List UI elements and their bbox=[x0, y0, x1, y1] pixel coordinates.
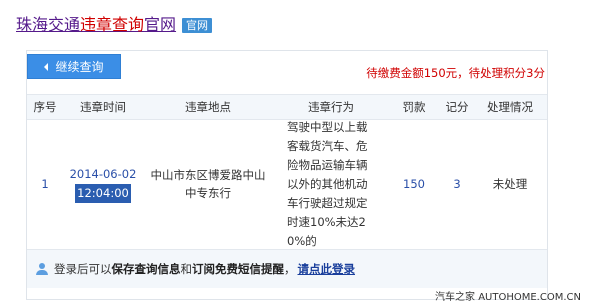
login-link[interactable]: 请点此登录 bbox=[298, 261, 356, 277]
violation-time: 2014-06-02 12:04:00 bbox=[63, 119, 143, 249]
continue-query-label: 继续查询 bbox=[55, 60, 104, 74]
login-prompt: 登录后可以 保存查询信息和订阅免费短信提醒，请点此登录 bbox=[27, 249, 547, 288]
official-badge: 官网 bbox=[182, 17, 213, 33]
violation-status: 未处理 bbox=[492, 177, 528, 191]
left-arrow-icon bbox=[44, 62, 49, 71]
column-header-status: 处理情况 bbox=[487, 100, 533, 114]
violation-location: 中山市东区博爱路中山 中专东行 bbox=[143, 119, 273, 249]
login-prompt-text1: 登录后可以 bbox=[54, 262, 112, 276]
page: 珠海交通违章查询官网 官网 继续查询 待缴费金额150元，待处理积分3分 序号 … bbox=[0, 0, 589, 305]
table-header: 序号 违章时间 违章地点 违章行为 罚款 记分 处理情况 bbox=[27, 94, 547, 120]
location-line2: 中专东行 bbox=[185, 186, 231, 200]
watermark: 汽车之家 AUTOHOME.COM.CN bbox=[435, 292, 581, 303]
continue-query-button[interactable]: 继续查询 bbox=[27, 54, 121, 79]
user-icon bbox=[36, 263, 48, 275]
login-prompt-text2: 和 bbox=[180, 262, 193, 276]
table-row: 1 2014-06-02 12:04:00 中山市东区博爱路中山 中专东行 驾驶… bbox=[27, 119, 547, 249]
violation-behavior: 驾驶中型以上载客载货汽车、危险物品运输车辆以外的其他机动车行驶超过规定时速10%… bbox=[287, 119, 368, 248]
violation-points: 3 bbox=[453, 177, 461, 191]
title-row: 珠海交通违章查询官网 官网 bbox=[16, 14, 213, 36]
login-prompt-bold1: 保存查询信息 bbox=[111, 262, 181, 276]
violation-clock-time: 12:04:00 bbox=[75, 184, 131, 203]
violation-date: 2014-06-02 bbox=[69, 167, 137, 181]
column-header-time: 违章时间 bbox=[80, 100, 126, 114]
title-part2: 官网 bbox=[144, 15, 177, 34]
title-highlight: 违章查询 bbox=[80, 15, 145, 34]
column-header-location: 违章地点 bbox=[185, 100, 231, 114]
column-header-index: 序号 bbox=[33, 100, 57, 114]
column-header-fine: 罚款 bbox=[402, 100, 426, 114]
title-part1: 珠海交通 bbox=[16, 15, 81, 34]
column-header-points: 记分 bbox=[445, 100, 469, 114]
column-header-behavior: 违章行为 bbox=[308, 100, 354, 114]
login-prompt-text3: ， bbox=[284, 262, 296, 276]
location-line1: 中山市东区博爱路中山 bbox=[150, 168, 266, 182]
site-title-link[interactable]: 珠海交通违章查询官网 bbox=[16, 14, 176, 36]
violation-fine: 150 bbox=[403, 177, 425, 191]
result-card: 继续查询 待缴费金额150元，待处理积分3分 序号 违章时间 违章地点 违章行为… bbox=[26, 50, 548, 300]
violation-behavior-cell: 驾驶中型以上载客载货汽车、危险物品运输车辆以外的其他机动车行驶超过规定时速10%… bbox=[273, 119, 389, 249]
row-index: 1 bbox=[41, 177, 49, 191]
payment-summary: 待缴费金额150元，待处理积分3分 bbox=[366, 66, 545, 80]
login-prompt-bold2: 订阅免费短信提醒 bbox=[192, 262, 284, 276]
